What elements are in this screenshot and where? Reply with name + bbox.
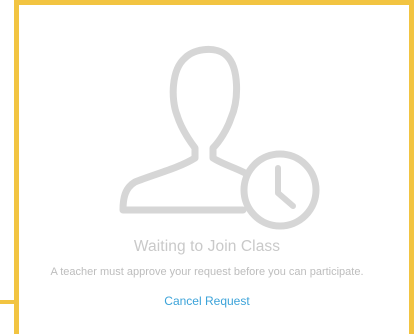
- user-clock-icon: [119, 46, 320, 230]
- border-right: [409, 0, 414, 334]
- border-top: [14, 0, 414, 5]
- waiting-panel: Waiting to Join Class A teacher must app…: [0, 0, 414, 334]
- status-title: Waiting to Join Class: [133, 238, 281, 255]
- status-message: A teacher must approve your request befo…: [50, 266, 364, 278]
- border-left: [14, 0, 19, 334]
- cancel-request-link[interactable]: Cancel Request: [0, 294, 414, 308]
